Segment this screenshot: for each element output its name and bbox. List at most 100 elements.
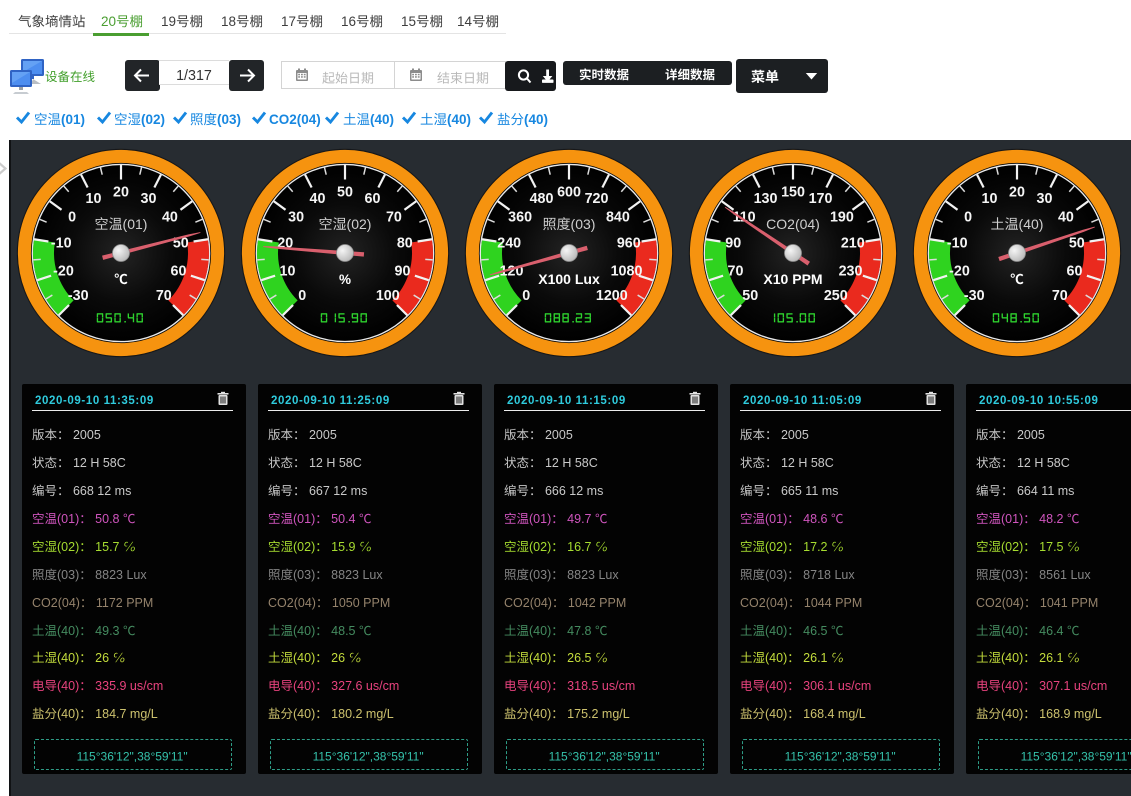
svg-text:30: 30 — [1036, 191, 1052, 207]
svg-text:668 12 ms: 668 12 ms — [70, 484, 132, 498]
svg-text:327.6 us/cm: 327.6 us/cm — [328, 679, 400, 693]
svg-text:2020-09-10 11:25:09: 2020-09-10 11:25:09 — [271, 395, 390, 407]
svg-text:0: 0 — [298, 287, 306, 303]
svg-text:2005: 2005 — [542, 428, 573, 442]
svg-text:20: 20 — [1009, 184, 1025, 200]
svg-text:(02): (02) — [765, 540, 787, 554]
svg-text:10: 10 — [981, 191, 997, 207]
svg-text:90: 90 — [394, 263, 410, 279]
svg-text:2005: 2005 — [778, 428, 809, 442]
svg-text:12 H 58C: 12 H 58C — [542, 456, 598, 470]
svg-text:90: 90 — [725, 235, 741, 251]
svg-text:10: 10 — [85, 191, 101, 207]
svg-text:335.9 us/cm: 335.9 us/cm — [92, 679, 164, 693]
svg-text:40: 40 — [162, 209, 178, 225]
svg-text:(02): (02) — [293, 540, 315, 554]
svg-text:115°36'12",38°59'11": 115°36'12",38°59'11" — [785, 749, 896, 763]
svg-text:X100 Lux: X100 Lux — [538, 271, 600, 287]
svg-text:1/317: 1/317 — [176, 68, 212, 84]
svg-text:16: 16 — [341, 14, 356, 29]
svg-text:12 H 58C: 12 H 58C — [70, 456, 126, 470]
svg-text:318.5 us/cm: 318.5 us/cm — [564, 679, 636, 693]
svg-text:(40): (40) — [57, 624, 79, 638]
svg-text:20: 20 — [113, 184, 129, 200]
svg-text:306.1 us/cm: 306.1 us/cm — [800, 679, 872, 693]
svg-text:46.5: 46.5 — [800, 624, 831, 638]
svg-text:665 11 ms: 665 11 ms — [778, 484, 839, 498]
svg-text:40: 40 — [1058, 209, 1074, 225]
svg-text:CO2(04): CO2(04) — [766, 216, 820, 232]
svg-text:8823 Lux: 8823 Lux — [92, 568, 148, 582]
svg-text:-20: -20 — [53, 263, 74, 279]
svg-text:48.2: 48.2 — [1036, 512, 1067, 526]
svg-text:CO2(04): CO2(04) — [32, 596, 80, 610]
svg-text:CO2(04): CO2(04) — [268, 596, 316, 610]
svg-text:150: 150 — [781, 184, 805, 200]
svg-text:100: 100 — [376, 287, 400, 303]
svg-text:2020-09-10 11:05:09: 2020-09-10 11:05:09 — [743, 395, 862, 407]
svg-text:168.9 mg/L: 168.9 mg/L — [1036, 707, 1102, 721]
svg-text:(01): (01) — [529, 512, 551, 526]
svg-text:190: 190 — [830, 209, 854, 225]
svg-text:175.2 mg/L: 175.2 mg/L — [564, 707, 630, 721]
svg-text:50.8: 50.8 — [92, 512, 123, 526]
svg-text:8718 Lux: 8718 Lux — [800, 568, 856, 582]
svg-text:(40): (40) — [1001, 679, 1023, 693]
svg-text:(40): (40) — [1001, 707, 1023, 721]
svg-text:(40): (40) — [529, 624, 551, 638]
svg-text:115°36'12",38°59'11": 115°36'12",38°59'11" — [77, 749, 188, 763]
svg-text:170: 170 — [808, 191, 832, 207]
svg-text:(01): (01) — [765, 512, 787, 526]
svg-text:840: 840 — [606, 209, 630, 225]
svg-text:(01): (01) — [1001, 512, 1023, 526]
svg-text:-30: -30 — [68, 287, 89, 303]
svg-text:15: 15 — [401, 14, 416, 29]
svg-text:(40): (40) — [765, 679, 787, 693]
svg-text:1042 PPM: 1042 PPM — [564, 596, 626, 610]
svg-text:2020-09-10 11:35:09: 2020-09-10 11:35:09 — [35, 395, 154, 407]
svg-text:0: 0 — [522, 287, 530, 303]
svg-text:1080: 1080 — [610, 263, 642, 279]
svg-text:1200: 1200 — [596, 287, 628, 303]
svg-text:115°36'12",38°59'11": 115°36'12",38°59'11" — [549, 749, 660, 763]
svg-text:(01): (01) — [57, 512, 79, 526]
svg-text:26.1: 26.1 — [800, 652, 831, 666]
svg-text:26: 26 — [328, 652, 349, 666]
svg-text:(40): (40) — [57, 652, 79, 666]
svg-text:(03): (03) — [765, 568, 787, 582]
svg-text:307.1 us/cm: 307.1 us/cm — [1036, 679, 1108, 693]
svg-text:(40): (40) — [57, 679, 79, 693]
svg-text:(40): (40) — [1001, 624, 1023, 638]
svg-text:(40): (40) — [293, 707, 315, 721]
svg-text:180.2 mg/L: 180.2 mg/L — [328, 707, 394, 721]
svg-text:15.9: 15.9 — [328, 540, 359, 554]
svg-text:210: 210 — [841, 235, 865, 251]
svg-text:CO2(04): CO2(04) — [740, 596, 788, 610]
svg-text:26.1: 26.1 — [1036, 652, 1067, 666]
svg-text:2005: 2005 — [70, 428, 101, 442]
svg-text:12 H 58C: 12 H 58C — [306, 456, 362, 470]
svg-text:26: 26 — [92, 652, 113, 666]
svg-text:(40): (40) — [447, 112, 471, 127]
svg-text:8561 Lux: 8561 Lux — [1036, 568, 1092, 582]
svg-text:2020-09-10 11:15:09: 2020-09-10 11:15:09 — [507, 395, 626, 407]
svg-text:-10: -10 — [51, 235, 72, 251]
svg-text:60: 60 — [1066, 263, 1082, 279]
svg-text:70: 70 — [386, 209, 402, 225]
svg-text:1044 PPM: 1044 PPM — [800, 596, 862, 610]
svg-text:10: 10 — [279, 263, 295, 279]
svg-text:50: 50 — [742, 287, 758, 303]
svg-text:1041 PPM: 1041 PPM — [1036, 596, 1098, 610]
svg-text:(02): (02) — [529, 540, 551, 554]
svg-text:360: 360 — [508, 209, 532, 225]
svg-text:1172 PPM: 1172 PPM — [92, 596, 153, 610]
svg-text:(02): (02) — [57, 540, 79, 554]
svg-text:(40): (40) — [1001, 652, 1023, 666]
svg-text:18: 18 — [221, 14, 236, 29]
svg-text:47.8: 47.8 — [564, 624, 595, 638]
svg-text:40: 40 — [309, 191, 325, 207]
svg-text:1050 PPM: 1050 PPM — [328, 596, 390, 610]
svg-text:70: 70 — [727, 263, 743, 279]
svg-text:17.2: 17.2 — [800, 540, 831, 554]
svg-text:26.5: 26.5 — [564, 652, 595, 666]
